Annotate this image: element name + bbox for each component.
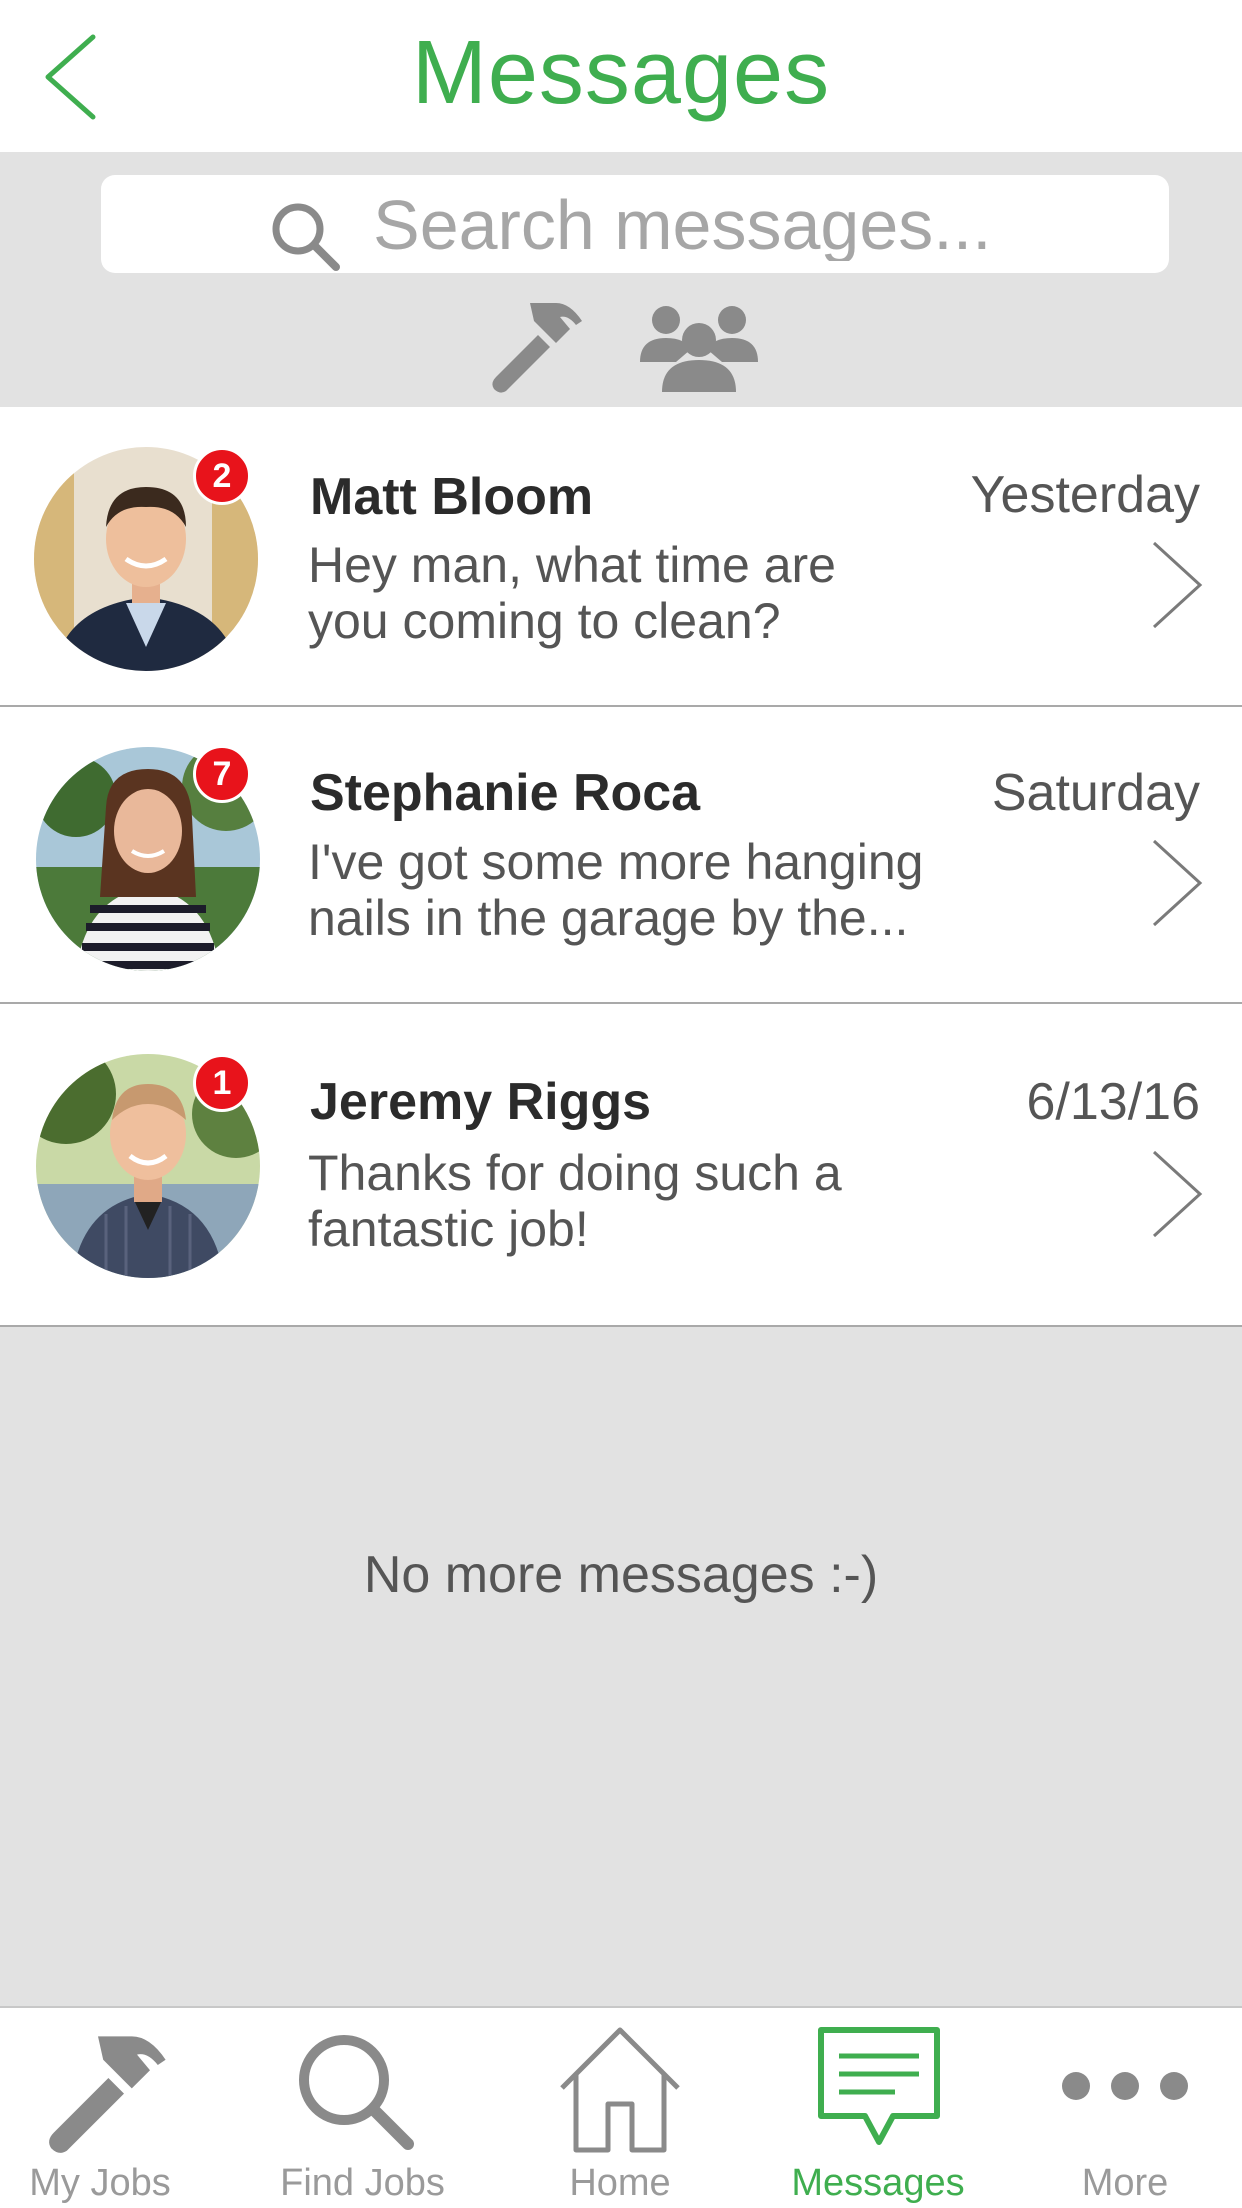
tab-my-jobs[interactable]: My Jobs [0, 2008, 200, 2208]
message-preview: Hey man, what time are you coming to cle… [308, 537, 1068, 649]
message-preview: I've got some more hanging nails in the … [308, 834, 1068, 946]
conversation-row[interactable]: 1 Jeremy Riggs 6/13/16 Thanks for doing … [0, 1004, 1242, 1327]
filter-groups-button[interactable] [636, 302, 762, 394]
unread-badge: 2 [193, 447, 251, 505]
chevron-right-icon [1152, 839, 1203, 927]
tab-label: Messages [791, 2162, 965, 2204]
contact-name: Matt Bloom [310, 468, 594, 526]
tab-label: Find Jobs [280, 2162, 445, 2204]
hammer-icon [492, 303, 582, 393]
empty-state: No more messages :-) [0, 1327, 1242, 2006]
contact-name: Stephanie Roca [310, 764, 701, 822]
search-icon [272, 203, 340, 271]
message-icon [818, 2027, 940, 2145]
tab-messages[interactable]: Messages [778, 2008, 978, 2208]
chevron-right-icon [1152, 1150, 1203, 1238]
contact-name: Jeremy Riggs [310, 1073, 652, 1131]
preview-line: nails in the garage by the... [308, 890, 909, 946]
search-box[interactable] [101, 175, 1169, 273]
tab-home[interactable]: Home [520, 2008, 720, 2208]
home-icon [560, 2027, 680, 2153]
tab-label: More [1081, 2162, 1169, 2204]
preview-line: Thanks for doing such a [308, 1145, 842, 1201]
more-icon [1062, 2072, 1188, 2100]
filter-jobs-button[interactable] [490, 295, 590, 395]
conversation-row[interactable]: 2 Matt Bloom Yesterday Hey man, what tim… [0, 407, 1242, 707]
group-icon [640, 306, 758, 392]
unread-badge: 7 [193, 745, 251, 803]
tab-bar: My Jobs Find Jobs Home Messages More [0, 2006, 1242, 2208]
tab-find-jobs[interactable]: Find Jobs [260, 2008, 465, 2208]
preview-line: Hey man, what time are [308, 537, 836, 593]
preview-line: fantastic job! [308, 1201, 589, 1257]
message-date: 6/13/16 [1026, 1073, 1201, 1131]
chevron-right-icon [1152, 541, 1203, 629]
page-title: Messages [411, 23, 831, 123]
tab-label: Home [569, 2162, 671, 2204]
search-input[interactable] [373, 189, 1133, 261]
search-icon [299, 2035, 414, 2150]
hammer-icon [49, 2036, 166, 2153]
message-date: Yesterday [970, 466, 1200, 524]
search-area [0, 152, 1242, 407]
message-date: Saturday [991, 764, 1200, 822]
header: Messages [0, 0, 1242, 152]
tab-more[interactable]: More [1030, 2008, 1220, 2208]
conversation-row[interactable]: 7 Stephanie Roca Saturday I've got some … [0, 707, 1242, 1004]
empty-message: No more messages :-) [363, 1546, 879, 1604]
preview-line: I've got some more hanging [308, 834, 924, 890]
unread-badge: 1 [193, 1054, 251, 1112]
preview-line: you coming to clean? [308, 593, 781, 649]
tab-label: My Jobs [29, 2162, 171, 2204]
message-preview: Thanks for doing such a fantastic job! [308, 1145, 1068, 1257]
